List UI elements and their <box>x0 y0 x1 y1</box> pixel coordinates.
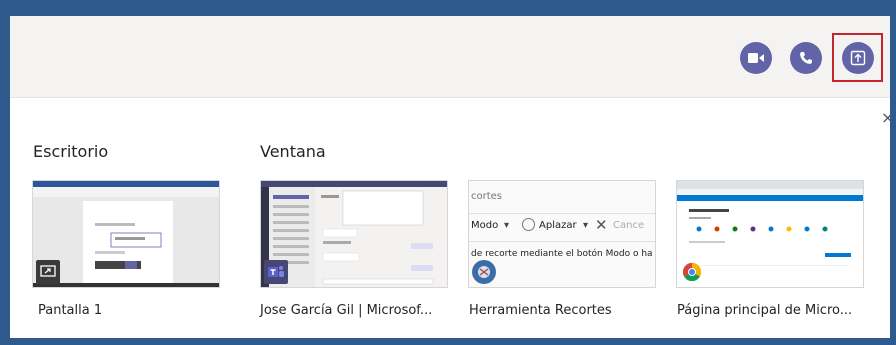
close-icon[interactable]: × <box>881 108 890 127</box>
share-tile-browser-window[interactable] <box>676 180 864 288</box>
audio-call-button[interactable] <box>790 42 822 74</box>
share-tile-teams-window[interactable] <box>260 180 448 288</box>
desktop-preview-thumbnail <box>33 181 219 287</box>
tile-label-snipping-tool: Herramienta Recortes <box>469 303 612 318</box>
tile-label-desktop: Pantalla 1 <box>38 303 103 318</box>
share-screen-button[interactable] <box>842 42 874 74</box>
teams-window-thumbnail <box>261 181 447 287</box>
preview-mode-label: Modo <box>471 220 499 231</box>
chrome-icon <box>680 260 704 284</box>
call-toolbar <box>10 16 890 98</box>
preview-delay-label: Aplazar <box>539 220 577 231</box>
screen-share-icon <box>36 260 60 284</box>
video-call-button[interactable] <box>740 42 772 74</box>
share-screen-icon <box>850 50 866 66</box>
preview-window-title: cortes <box>471 191 503 202</box>
preview-divider-2 <box>469 241 655 242</box>
browser-window-thumbnail <box>677 181 863 287</box>
window-heading: Ventana <box>260 142 326 161</box>
snipping-tool-icon <box>472 260 496 284</box>
share-tile-desktop[interactable] <box>32 180 220 288</box>
preview-mode-chevron: ▾ <box>504 220 510 231</box>
preview-body-text: de recorte mediante el botón Modo o ha <box>471 249 653 259</box>
preview-clock-icon <box>522 218 535 231</box>
tile-label-teams-window: Jose García Gil | Microsof... <box>260 303 433 318</box>
tile-label-browser-window: Página principal de Micro... <box>677 303 853 318</box>
share-tile-snipping-tool[interactable]: cortes Modo ▾ Aplazar ▾ ✕ Cance de recor… <box>468 180 656 288</box>
preview-cancel-label: Cance <box>613 220 645 231</box>
share-dialog: × Escritorio Ventana Pantalla 1 Jose Gar… <box>10 16 890 338</box>
video-camera-icon <box>748 53 764 63</box>
preview-cancel-icon: ✕ <box>595 216 608 234</box>
phone-icon <box>800 52 812 64</box>
preview-delay-chevron: ▾ <box>583 220 589 231</box>
desktop-heading: Escritorio <box>33 142 109 161</box>
teams-icon <box>264 260 288 284</box>
preview-divider <box>469 213 655 214</box>
